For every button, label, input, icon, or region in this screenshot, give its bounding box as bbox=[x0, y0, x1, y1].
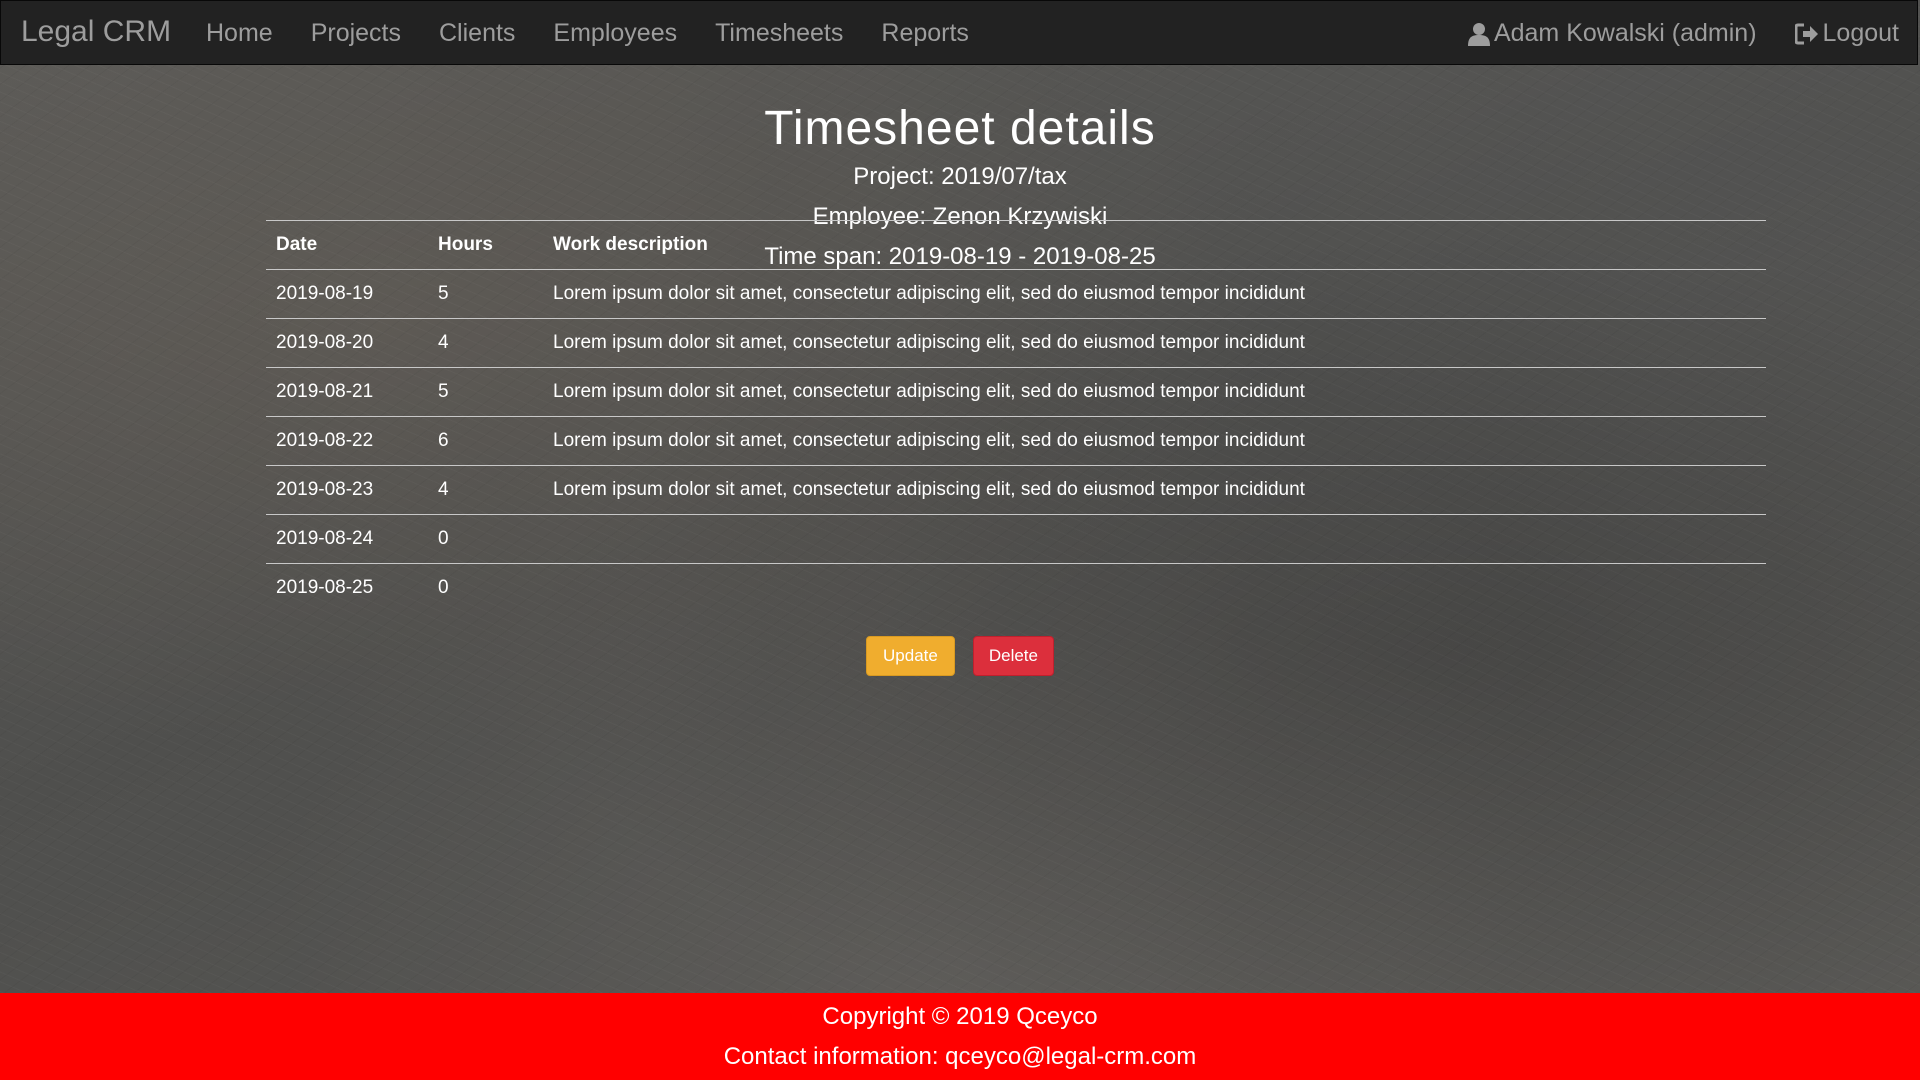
nav-link-home[interactable]: Home bbox=[187, 19, 292, 48]
column-header-description: Work description bbox=[543, 220, 1766, 270]
cell-description bbox=[543, 514, 1766, 564]
nav-link-reports[interactable]: Reports bbox=[862, 19, 988, 48]
nav-link-clients[interactable]: Clients bbox=[420, 19, 534, 48]
cell-hours: 4 bbox=[428, 465, 543, 515]
table-row: 2019-08-25 0 bbox=[266, 563, 1766, 612]
cell-description: Lorem ipsum dolor sit amet, consectetur … bbox=[543, 269, 1766, 319]
cell-hours: 6 bbox=[428, 416, 543, 466]
project-info: Project: 2019/07/tax bbox=[853, 163, 1067, 190]
table-row: 2019-08-20 4 Lorem ipsum dolor sit amet,… bbox=[266, 318, 1766, 368]
cell-description: Lorem ipsum dolor sit amet, consectetur … bbox=[543, 318, 1766, 368]
cell-hours: 0 bbox=[428, 563, 543, 612]
cell-description: Lorem ipsum dolor sit amet, consectetur … bbox=[543, 465, 1766, 515]
nav-link-projects[interactable]: Projects bbox=[292, 19, 420, 48]
footer: Copyright © 2019 Qceyco Contact informat… bbox=[0, 993, 1920, 1080]
user-icon bbox=[1467, 22, 1490, 46]
column-header-hours: Hours bbox=[428, 220, 543, 270]
navbar: Legal CRM Home Projects Clients Employee… bbox=[0, 0, 1918, 65]
cell-date: 2019-08-22 bbox=[266, 416, 428, 466]
nav-right: Adam Kowalski (admin) Logout bbox=[1430, 1, 1899, 66]
column-header-date: Date bbox=[266, 220, 428, 270]
table-row: 2019-08-23 4 Lorem ipsum dolor sit amet,… bbox=[266, 465, 1766, 515]
table-header-row: Date Hours Work description bbox=[266, 220, 1766, 270]
cell-date: 2019-08-19 bbox=[266, 269, 428, 319]
cell-date: 2019-08-25 bbox=[266, 563, 428, 612]
footer-copyright: Copyright © 2019 Qceyco bbox=[822, 1003, 1098, 1030]
table-row: 2019-08-21 5 Lorem ipsum dolor sit amet,… bbox=[266, 367, 1766, 417]
nav-link-employees[interactable]: Employees bbox=[534, 19, 696, 48]
cell-hours: 5 bbox=[428, 367, 543, 417]
user-name: Adam Kowalski (admin) bbox=[1493, 19, 1757, 47]
cell-description bbox=[543, 563, 1766, 612]
cell-description: Lorem ipsum dolor sit amet, consectetur … bbox=[543, 367, 1766, 417]
cell-date: 2019-08-23 bbox=[266, 465, 428, 515]
nav-links: Home Projects Clients Employees Timeshee… bbox=[187, 1, 988, 66]
logout-icon bbox=[1794, 23, 1818, 44]
cell-description: Lorem ipsum dolor sit amet, consectetur … bbox=[543, 416, 1766, 466]
cell-date: 2019-08-21 bbox=[266, 367, 428, 417]
table-row: 2019-08-24 0 bbox=[266, 514, 1766, 564]
logout-label: Logout bbox=[1822, 19, 1899, 47]
cell-hours: 0 bbox=[428, 514, 543, 564]
nav-link-timesheets[interactable]: Timesheets bbox=[696, 19, 862, 48]
brand-logo[interactable]: Legal CRM bbox=[21, 15, 171, 49]
action-buttons: Update Delete bbox=[0, 636, 1920, 676]
cell-hours: 5 bbox=[428, 269, 543, 319]
timesheet-table: Date Hours Work description 2019-08-19 5… bbox=[266, 220, 1766, 612]
update-button[interactable]: Update bbox=[866, 636, 955, 676]
table-row: 2019-08-19 5 Lorem ipsum dolor sit amet,… bbox=[266, 269, 1766, 319]
page-title: Timesheet details bbox=[764, 102, 1156, 155]
cell-date: 2019-08-20 bbox=[266, 318, 428, 368]
cell-date: 2019-08-24 bbox=[266, 514, 428, 564]
table-row: 2019-08-22 6 Lorem ipsum dolor sit amet,… bbox=[266, 416, 1766, 466]
delete-button[interactable]: Delete bbox=[972, 636, 1054, 676]
user-menu[interactable]: Adam Kowalski (admin) bbox=[1467, 19, 1757, 48]
footer-contact: Contact information: qceyco@legal-crm.co… bbox=[723, 1043, 1197, 1070]
logout-link[interactable]: Logout bbox=[1794, 19, 1899, 48]
cell-hours: 4 bbox=[428, 318, 543, 368]
